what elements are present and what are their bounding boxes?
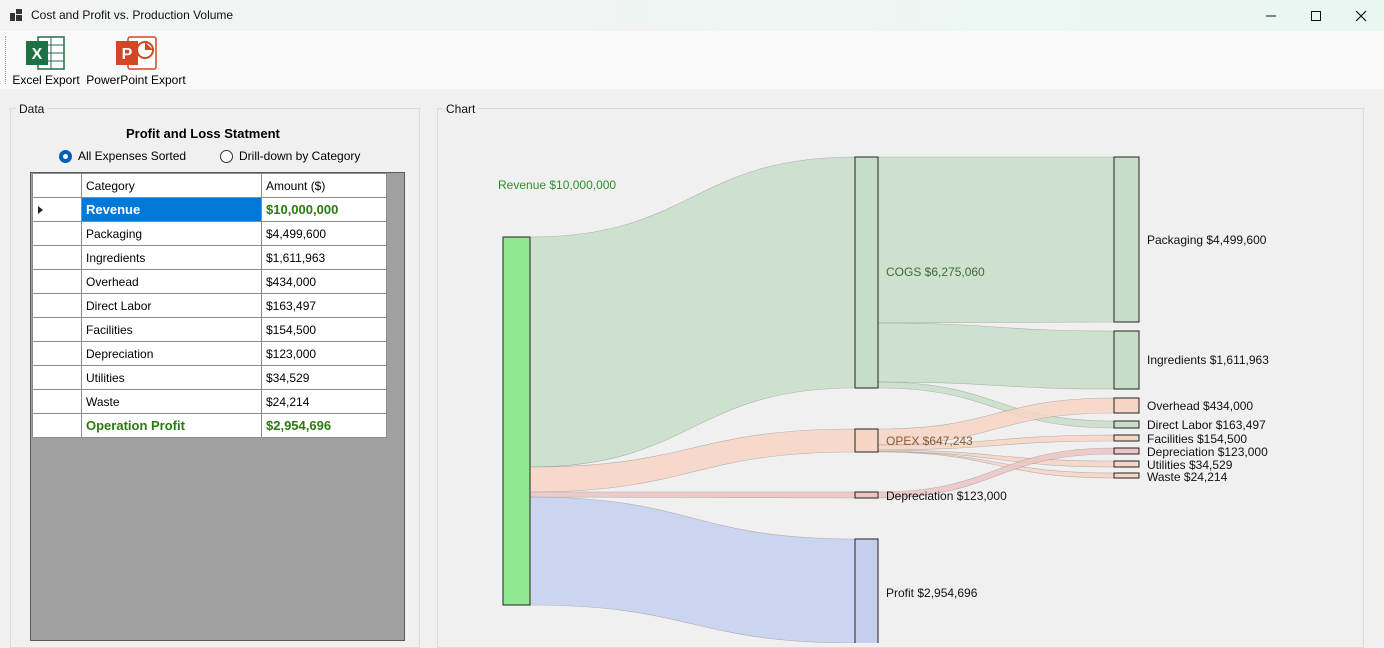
node-direct-labor[interactable] [1113,420,1140,429]
node-revenue[interactable] [502,236,531,606]
label-direct-labor: Direct Labor $163,497 [1147,418,1266,432]
label-depreciation: Depreciation $123,000 [1147,445,1268,459]
label-waste: Waste $24,214 [1147,470,1228,484]
flow-revenue-profit [529,496,856,643]
node-cogs[interactable] [854,156,879,389]
flow-revenue-depreciation [529,491,856,499]
label-depreciation-mid: Depreciation $123,000 [886,489,1007,503]
flow-cogs-packaging [877,156,1115,324]
sankey-chart: Revenue $10,000,000 COGS $6,275,060 OPEX $… [498,156,1269,643]
label-revenue: Revenue $10,000,000 [498,178,616,192]
node-waste[interactable] [1113,472,1140,479]
label-overhead: Overhead $434,000 [1147,399,1253,413]
label-ingredients: Ingredients $1,611,963 [1147,353,1269,367]
label-facilities: Facilities $154,500 [1147,432,1247,446]
node-overhead[interactable] [1113,397,1140,414]
flow-revenue-cogs [529,156,856,468]
node-facilities[interactable] [1113,434,1140,442]
node-opex[interactable] [854,428,879,453]
node-depreciation[interactable] [1113,447,1140,455]
flow-cogs-ingredients [877,322,1115,390]
label-packaging: Packaging $4,499,600 [1147,233,1267,247]
node-profit[interactable] [854,538,879,643]
node-depreciation-mid[interactable] [854,491,879,499]
node-packaging[interactable] [1113,156,1140,323]
label-cogs: COGS $6,275,060 [886,265,985,279]
label-opex: OPEX $647,243 [886,434,973,448]
node-ingredients[interactable] [1113,330,1140,390]
sankey-flows [529,156,1115,643]
node-utilities[interactable] [1113,460,1140,468]
label-profit: Profit $2,954,696 [886,586,978,600]
